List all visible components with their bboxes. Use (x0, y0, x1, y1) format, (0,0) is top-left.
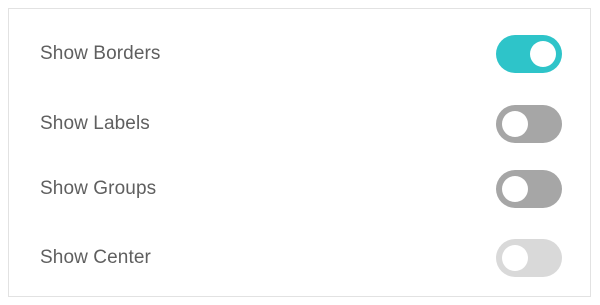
settings-panel: Show Borders Show Labels Show Groups Sho… (8, 8, 591, 297)
show-labels-toggle[interactable] (496, 105, 562, 143)
show-center-toggle (496, 239, 562, 277)
toggle-knob (530, 41, 556, 67)
show-groups-toggle[interactable] (496, 170, 562, 208)
setting-label: Show Borders (40, 43, 161, 64)
setting-label: Show Labels (40, 113, 150, 134)
show-borders-toggle[interactable] (496, 35, 562, 73)
setting-row-show-center: Show Center (9, 238, 590, 278)
toggle-knob (502, 111, 528, 137)
setting-row-show-labels: Show Labels (9, 104, 590, 144)
setting-row-show-borders: Show Borders (9, 34, 590, 74)
setting-label: Show Groups (40, 178, 157, 199)
toggle-knob (502, 176, 528, 202)
toggle-knob (502, 245, 528, 271)
setting-row-show-groups: Show Groups (9, 169, 590, 209)
setting-label: Show Center (40, 247, 151, 268)
